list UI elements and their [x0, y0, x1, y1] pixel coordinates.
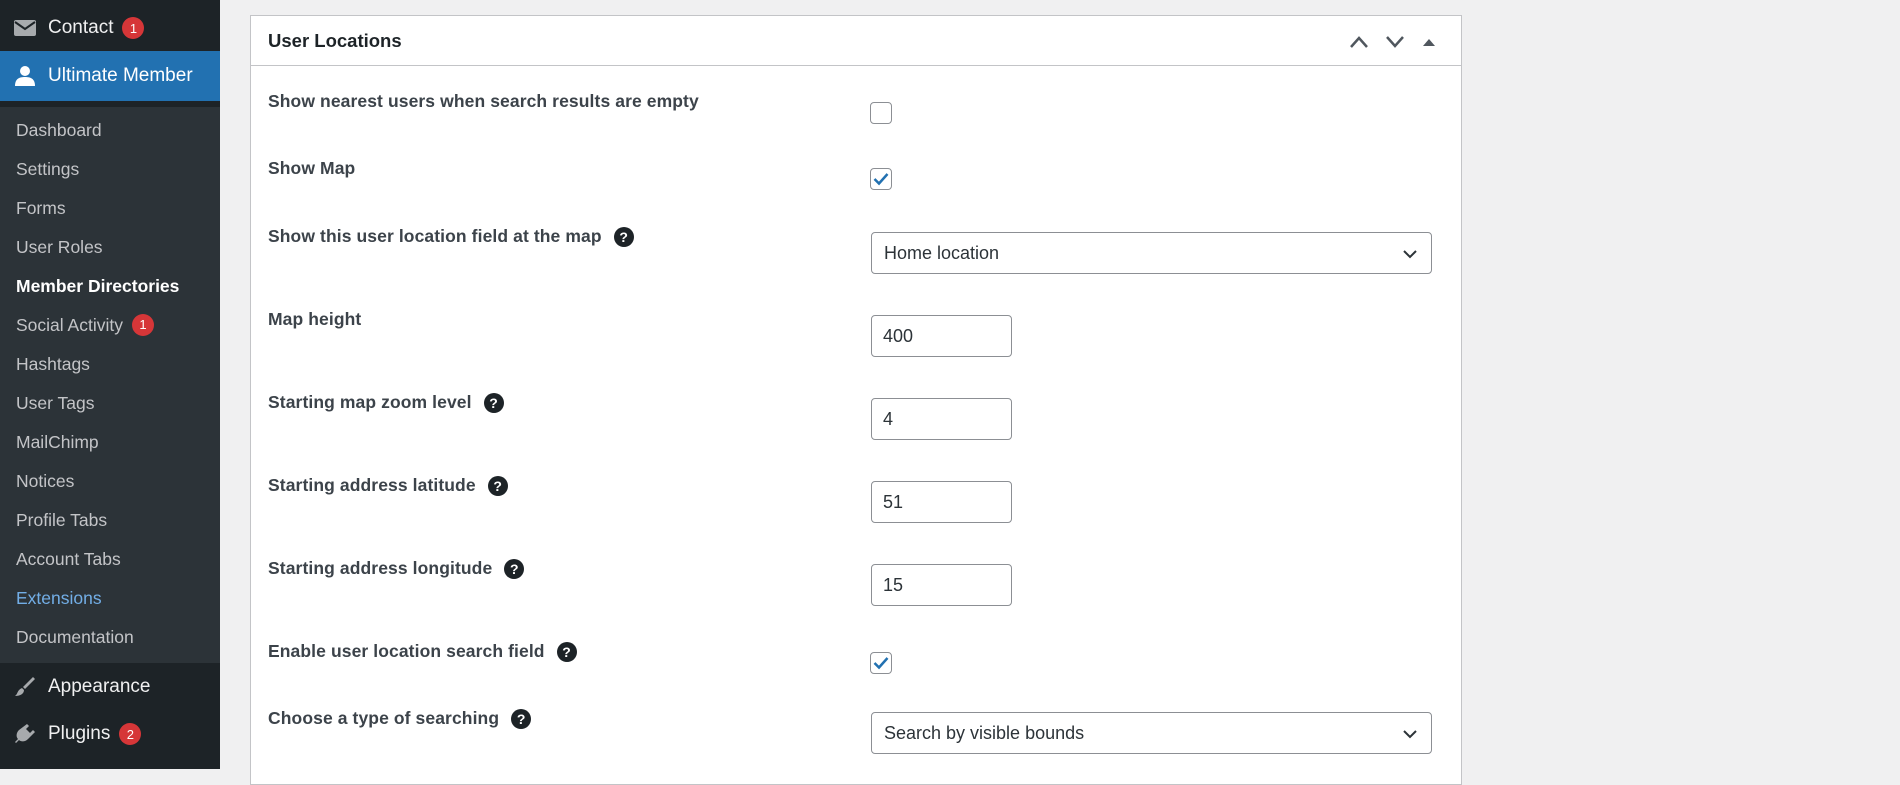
chevron-down-icon — [1386, 36, 1404, 48]
chevron-up-icon — [1350, 36, 1368, 48]
menu-item-label: Plugins — [48, 723, 111, 744]
user-locations-panel: User Locations Show nearest users when s… — [250, 15, 1462, 785]
help-icon[interactable]: ? — [487, 475, 508, 496]
field-label: Map height — [268, 309, 361, 330]
latitude-input[interactable]: 51 — [871, 481, 1012, 523]
submenu-label: Extensions — [16, 588, 102, 608]
input-value: 4 — [883, 408, 894, 429]
panel-header: User Locations — [251, 16, 1461, 66]
field-label: Show nearest users when search results a… — [268, 91, 699, 112]
submenu-item-extensions[interactable]: Extensions — [16, 585, 102, 611]
submenu-label: Account Tabs — [16, 549, 121, 569]
search-type-select[interactable]: Search by visible bounds — [871, 712, 1432, 754]
submenu-item-hashtags[interactable]: Hashtags — [16, 351, 90, 377]
move-up-button[interactable] — [1345, 28, 1373, 56]
menu-item-contact[interactable]: Contact 1 — [0, 3, 220, 53]
notification-badge: 1 — [122, 17, 145, 39]
submenu-label: Dashboard — [16, 120, 102, 140]
location-search-checkbox[interactable] — [870, 652, 892, 674]
caret-up-icon — [1423, 39, 1435, 46]
map-height-input[interactable]: 400 — [871, 315, 1012, 357]
submenu-item-user-tags[interactable]: User Tags — [16, 390, 94, 416]
submenu-item-notices[interactable]: Notices — [16, 468, 74, 494]
submenu-item-forms[interactable]: Forms — [16, 195, 66, 221]
submenu-label: Settings — [16, 159, 80, 179]
field-label-text: Show Map — [268, 158, 356, 178]
menu-item-label: Ultimate Member — [48, 65, 193, 86]
ultimate-member-submenu: Dashboard Settings Forms User Roles Memb… — [0, 107, 220, 663]
field-label-text: Show this user location field at the map — [268, 226, 602, 246]
checkmark-icon — [873, 657, 889, 670]
help-icon[interactable]: ? — [511, 708, 532, 729]
envelope-icon — [12, 15, 38, 41]
field-label-text: Starting address longitude — [268, 558, 493, 578]
menu-item-ultimate-member[interactable]: Ultimate Member — [0, 51, 220, 101]
menu-item-label: Contact — [48, 17, 114, 38]
field-label-text: Show nearest users when search results a… — [268, 91, 699, 111]
panel-title: User Locations — [268, 29, 402, 51]
field-label-text: Map height — [268, 309, 362, 329]
submenu-item-account-tabs[interactable]: Account Tabs — [16, 546, 121, 572]
help-icon[interactable]: ? — [556, 641, 577, 662]
input-value: 15 — [883, 574, 904, 595]
show-map-checkbox[interactable] — [870, 168, 892, 190]
submenu-label: Member Directories — [16, 276, 180, 296]
paintbrush-icon — [12, 674, 38, 700]
submenu-label: Notices — [16, 471, 75, 491]
notification-badge: 1 — [131, 314, 154, 336]
chevron-down-icon — [1403, 250, 1417, 259]
move-down-button[interactable] — [1381, 28, 1409, 56]
submenu-item-profile-tabs[interactable]: Profile Tabs — [16, 507, 107, 533]
longitude-input[interactable]: 15 — [871, 564, 1012, 606]
submenu-label: Documentation — [16, 627, 134, 647]
submenu-item-social-activity[interactable]: Social Activity 1 — [16, 312, 154, 338]
submenu-label: User Tags — [16, 393, 95, 413]
submenu-label: Hashtags — [16, 354, 90, 374]
menu-item-appearance[interactable]: Appearance — [0, 662, 220, 712]
nearest-users-checkbox[interactable] — [870, 102, 892, 124]
submenu-item-settings[interactable]: Settings — [16, 156, 79, 182]
field-label: Show this user location field at the map… — [268, 226, 634, 247]
field-label: Choose a type of searching? — [268, 708, 532, 729]
menu-item-label: Appearance — [48, 676, 151, 697]
input-value: 51 — [883, 491, 904, 512]
zoom-level-input[interactable]: 4 — [871, 398, 1012, 440]
field-label-text: Choose a type of searching — [268, 708, 500, 728]
checkmark-icon — [873, 173, 889, 186]
field-label-text: Starting map zoom level — [268, 392, 472, 412]
help-icon[interactable]: ? — [504, 558, 525, 579]
user-icon — [12, 63, 38, 89]
submenu-item-user-roles[interactable]: User Roles — [16, 234, 103, 260]
submenu-label: User Roles — [16, 237, 103, 257]
field-label: Starting map zoom level? — [268, 392, 504, 413]
submenu-item-mailchimp[interactable]: MailChimp — [16, 429, 99, 455]
select-value: Search by visible bounds — [884, 722, 1085, 743]
menu-item-plugins[interactable]: Plugins 2 — [0, 709, 220, 759]
submenu-label: MailChimp — [16, 432, 99, 452]
input-value: 400 — [883, 325, 914, 346]
location-field-select[interactable]: Home location — [871, 232, 1432, 274]
submenu-item-documentation[interactable]: Documentation — [16, 624, 134, 650]
submenu-item-member-directories[interactable]: Member Directories — [16, 273, 179, 299]
notification-badge: 2 — [119, 723, 142, 745]
plugin-icon — [12, 721, 38, 747]
select-value: Home location — [884, 242, 1000, 263]
help-icon[interactable]: ? — [613, 226, 634, 247]
field-label: Show Map — [268, 158, 355, 179]
submenu-label: Social Activity — [16, 315, 123, 335]
submenu-label: Forms — [16, 198, 66, 218]
toggle-panel-button[interactable] — [1415, 28, 1443, 56]
field-label-text: Starting address latitude — [268, 475, 476, 495]
admin-sidebar: Contact 1 Ultimate Member Dashboard Sett… — [0, 0, 220, 769]
field-label: Starting address latitude? — [268, 475, 508, 496]
submenu-item-dashboard[interactable]: Dashboard — [16, 117, 102, 143]
submenu-label: Profile Tabs — [16, 510, 108, 530]
chevron-down-icon — [1403, 730, 1417, 739]
help-icon[interactable]: ? — [483, 392, 504, 413]
field-label: Enable user location search field? — [268, 641, 577, 662]
field-label: Starting address longitude? — [268, 558, 525, 579]
field-label-text: Enable user location search field — [268, 641, 545, 661]
